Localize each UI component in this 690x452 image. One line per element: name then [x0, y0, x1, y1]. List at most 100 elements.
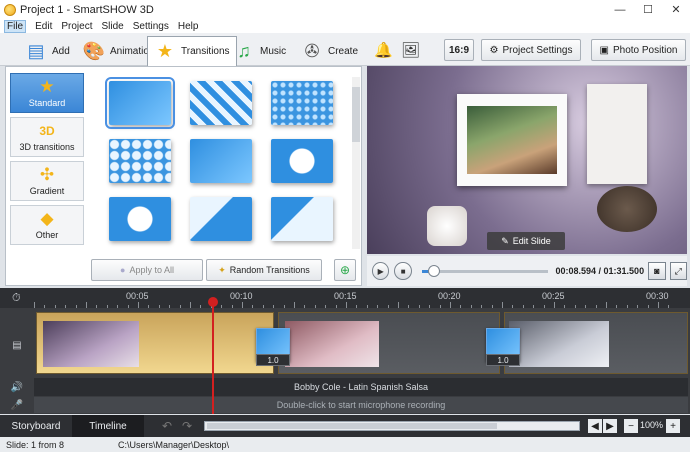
camera-icon: ◙ [654, 266, 660, 276]
scrollbar-thumb[interactable] [352, 87, 360, 142]
timeline-scrollbar[interactable] [204, 421, 580, 431]
app-logo-icon [4, 3, 16, 16]
zoom-in-button[interactable]: + [666, 419, 680, 433]
timeline: ▤ 1.0 1.0 🔊 Bobby Cole - Latin Spanish S… [0, 308, 690, 414]
timeline-scroll-thumb[interactable] [207, 423, 497, 429]
transition-thumb[interactable] [190, 139, 252, 183]
apply-icon: ● [120, 265, 126, 275]
transition-duration[interactable]: 1.0 [256, 354, 290, 366]
transition-duration[interactable]: 1.0 [486, 354, 520, 366]
ruler-label: 00:05 [126, 291, 149, 301]
transition-thumb[interactable] [271, 197, 333, 241]
tab-add[interactable]: ▤ Add [18, 36, 77, 66]
timeline-slide[interactable] [278, 312, 500, 374]
transition-thumb[interactable] [190, 81, 252, 125]
edit-slide-label: Edit Slide [512, 236, 551, 246]
main-toolbar: ▤ Add 🎨 Animation ★ Transitions ♫ Music … [0, 33, 690, 67]
audio-track-label: Bobby Cole - Latin Spanish Salsa [293, 382, 429, 392]
category-gradient-label: Gradient [29, 186, 65, 196]
transition-thumb[interactable] [190, 197, 252, 241]
maximize-icon[interactable]: ☐ [634, 0, 662, 19]
minimize-icon[interactable]: — [606, 0, 634, 19]
project-settings-button[interactable]: ⚙ Project Settings [481, 39, 581, 61]
transition-thumb[interactable] [105, 77, 175, 129]
audio-track[interactable]: Bobby Cole - Latin Spanish Salsa [34, 378, 688, 396]
palette-icon: 🎨 [82, 40, 106, 61]
apply-to-all-button[interactable]: ● Apply to All [91, 259, 203, 281]
menu-edit[interactable]: Edit [35, 21, 52, 32]
transitions-panel: ★ Standard 3D 3D transitions ✣ Gradient … [5, 66, 362, 286]
redo-icon[interactable]: ↷ [182, 419, 192, 433]
undo-icon[interactable]: ↶ [162, 419, 172, 433]
tab-create[interactable]: ✇ Create [294, 36, 365, 66]
menu-slide[interactable]: Slide [101, 21, 123, 32]
zoom-out-button[interactable]: − [624, 419, 638, 433]
window-title: Project 1 - SmartSHOW 3D [20, 3, 154, 16]
playhead[interactable] [212, 300, 214, 414]
slide-thumbnail [43, 321, 139, 367]
bell-icon[interactable]: 🔔 [374, 41, 393, 59]
play-button[interactable]: ▶ [372, 262, 390, 280]
slide-thumbnail [285, 321, 379, 367]
microphone-track[interactable]: Double-click to start microphone recordi… [34, 397, 688, 413]
transitions-grid [94, 71, 350, 251]
timeline-slide[interactable] [504, 312, 688, 374]
window-controls: — ☐ ✕ [606, 0, 690, 19]
ruler-label: 00:30 [646, 291, 669, 301]
transitions-scrollbar[interactable] [352, 77, 360, 249]
status-bar: Slide: 1 from 8 C:\Users\Manager\Desktop… [0, 437, 690, 452]
playback-time: 00:08.594 / 01:31.500 [555, 266, 645, 276]
edit-slide-button[interactable]: ✎ Edit Slide [487, 232, 565, 250]
transition-thumb[interactable] [109, 197, 171, 241]
menu-help[interactable]: Help [178, 21, 199, 32]
pencil-icon: ✎ [501, 235, 509, 246]
scroll-right-button[interactable]: ▶ [603, 419, 617, 433]
random-transitions-label: Random Transitions [229, 265, 310, 275]
tab-timeline[interactable]: Timeline [72, 415, 144, 437]
menu-file[interactable]: File [4, 19, 27, 33]
slide-thumbnail [509, 321, 609, 367]
category-gradient[interactable]: ✣ Gradient [10, 161, 84, 201]
photo-position-button[interactable]: ▣ Photo Position [591, 39, 686, 61]
slides-track-icon: ▤ [12, 339, 22, 351]
image-settings-icon[interactable]: 🖼 [401, 41, 420, 59]
tab-music[interactable]: ♫ Music [226, 36, 293, 66]
ruler-label: 00:20 [438, 291, 461, 301]
menu-project[interactable]: Project [61, 21, 92, 32]
timeline-ruler[interactable]: 00:05 00:10 00:15 00:20 00:25 00:30 [34, 288, 688, 308]
gear-icon: ⚙ [489, 44, 499, 56]
star-icon: ★ [39, 77, 55, 96]
category-standard[interactable]: ★ Standard [10, 73, 84, 113]
category-other[interactable]: ◆ Other [10, 205, 84, 245]
tab-storyboard[interactable]: Storyboard [0, 415, 72, 437]
stop-button[interactable]: ■ [394, 262, 412, 280]
photo-icon: ▣ [599, 44, 609, 56]
close-icon[interactable]: ✕ [662, 0, 690, 19]
tab-transitions[interactable]: ★ Transitions [147, 36, 237, 67]
aspect-ratio-button[interactable]: 16:9 [444, 39, 474, 61]
project-path: C:\Users\Manager\Desktop\ [118, 439, 230, 450]
category-standard-label: Standard [28, 98, 66, 108]
menu-settings[interactable]: Settings [133, 21, 169, 32]
transition-thumb[interactable] [271, 81, 333, 125]
add-transition-button[interactable]: ⊕ [334, 259, 356, 281]
project-settings-label: Project Settings [502, 44, 573, 56]
random-transitions-button[interactable]: ✦ Random Transitions [206, 259, 322, 281]
clock-icon: ⏱ [12, 292, 21, 304]
arrow-left-icon: ◀ [591, 420, 599, 432]
timeline-slide[interactable] [36, 312, 274, 374]
scroll-left-button[interactable]: ◀ [588, 419, 602, 433]
seek-handle[interactable] [427, 264, 440, 277]
ruler-label: 00:25 [542, 291, 565, 301]
transition-thumb[interactable] [109, 139, 171, 183]
gradient-icon: ✣ [39, 165, 55, 184]
seek-bar[interactable] [421, 264, 548, 277]
snapshot-button[interactable]: ◙ [648, 262, 666, 280]
category-3d-transitions[interactable]: 3D 3D transitions [10, 117, 84, 157]
speaker-icon: 🔊 [10, 381, 24, 393]
transition-thumb[interactable] [271, 139, 333, 183]
pinecones-decor [597, 186, 657, 232]
playhead-handle[interactable] [208, 297, 218, 307]
fullscreen-button[interactable]: ⤢ [669, 262, 687, 280]
slide-preview: ✎ Edit Slide [367, 66, 687, 254]
